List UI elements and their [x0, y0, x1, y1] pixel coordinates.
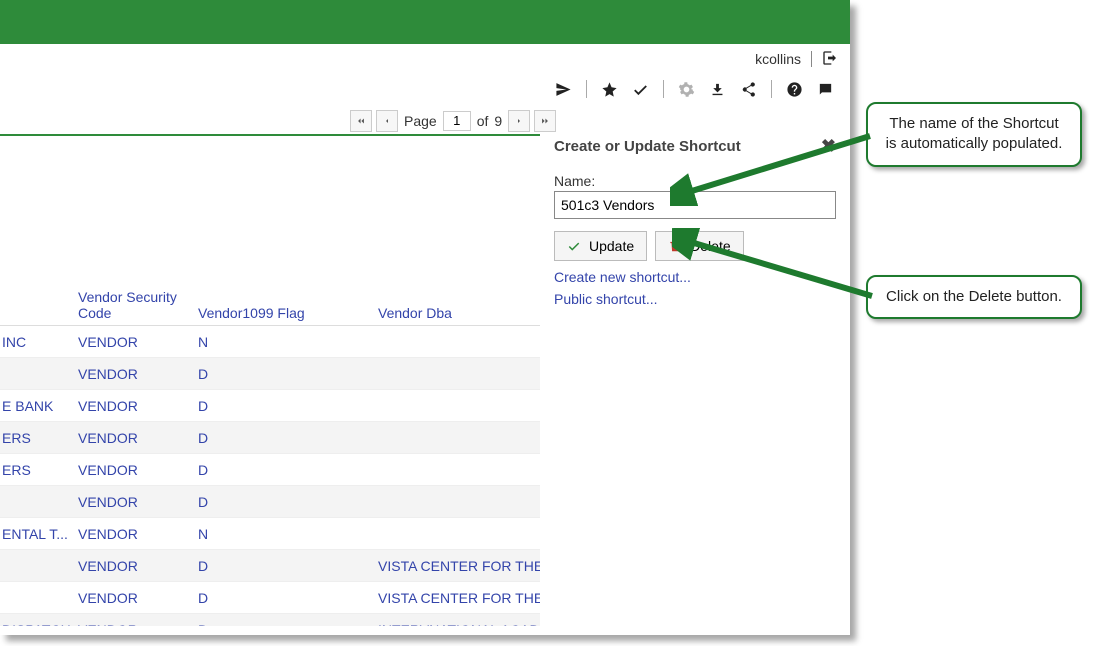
username-label: kcollins — [755, 51, 801, 67]
page-of-label: of — [477, 113, 489, 129]
pager: Page of 9 — [0, 106, 850, 134]
download-icon[interactable] — [709, 81, 726, 98]
table-header-row: Vendor Security Code Vendor1099 Flag Ven… — [0, 246, 540, 326]
page-total: 9 — [494, 113, 502, 129]
cell-security: VENDOR — [78, 526, 198, 542]
table-row[interactable]: VENDORDVISTA CENTER FOR THE — [0, 550, 540, 582]
update-button[interactable]: Update — [554, 231, 647, 261]
cell-c0: ERS — [0, 430, 78, 446]
cell-c0: ENTAL T... — [0, 526, 78, 542]
table-row[interactable]: VENDORDVISTA CENTER FOR THE — [0, 582, 540, 614]
delete-button[interactable]: Delete — [655, 231, 743, 261]
cell-1099: N — [198, 526, 378, 542]
cell-1099: D — [198, 366, 378, 382]
help-icon[interactable] — [786, 81, 803, 98]
cell-dba: INTERVNATIONAL ACAD — [378, 622, 540, 627]
toolbar — [0, 72, 850, 106]
cell-dba: VISTA CENTER FOR THE — [378, 590, 540, 606]
table-body[interactable]: INCVENDORNVENDORDE BANKVENDORDERSVENDORD… — [0, 326, 540, 626]
cell-c0: DISPATCH — [0, 622, 78, 627]
last-page-button[interactable] — [534, 110, 556, 132]
cell-1099: D — [198, 494, 378, 510]
table-row[interactable]: DISPATCHVENDORDINTERVNATIONAL ACAD — [0, 614, 540, 626]
create-new-shortcut-link[interactable]: Create new shortcut... — [554, 269, 836, 285]
divider — [811, 51, 812, 67]
app-banner — [0, 0, 850, 44]
cell-security: VENDOR — [78, 622, 198, 627]
cell-security: VENDOR — [78, 334, 198, 350]
name-label: Name: — [554, 173, 836, 189]
first-page-button[interactable] — [350, 110, 372, 132]
callout-delete: Click on the Delete button. — [866, 275, 1082, 319]
col-header-security[interactable]: Vendor Security Code — [78, 289, 198, 321]
callout-name-populated: The name of the Shortcut is automaticall… — [866, 102, 1082, 167]
shortcut-panel: Create or Update Shortcut ✖ Name: Update… — [540, 134, 850, 635]
cell-1099: D — [198, 430, 378, 446]
results-table: Vendor Security Code Vendor1099 Flag Ven… — [0, 134, 540, 635]
cell-1099: D — [198, 622, 378, 627]
chat-icon[interactable] — [817, 81, 834, 98]
public-shortcut-link[interactable]: Public shortcut... — [554, 291, 836, 307]
col-header-dba[interactable]: Vendor Dba — [378, 305, 540, 321]
user-bar: kcollins — [0, 44, 850, 72]
cell-c0: E BANK — [0, 398, 78, 414]
location-icon[interactable] — [555, 81, 572, 98]
check-icon[interactable] — [632, 81, 649, 98]
cell-security: VENDOR — [78, 366, 198, 382]
table-row[interactable]: VENDORD — [0, 486, 540, 518]
cell-1099: D — [198, 462, 378, 478]
next-page-button[interactable] — [508, 110, 530, 132]
col-header-1099[interactable]: Vendor1099 Flag — [198, 305, 378, 321]
cell-security: VENDOR — [78, 494, 198, 510]
cell-security: VENDOR — [78, 462, 198, 478]
table-row[interactable]: ERSVENDORD — [0, 454, 540, 486]
cell-1099: D — [198, 590, 378, 606]
cell-security: VENDOR — [78, 398, 198, 414]
panel-title: Create or Update Shortcut — [554, 138, 741, 155]
cell-security: VENDOR — [78, 590, 198, 606]
cell-security: VENDOR — [78, 558, 198, 574]
cell-security: VENDOR — [78, 430, 198, 446]
table-row[interactable]: VENDORD — [0, 358, 540, 390]
cell-dba: VISTA CENTER FOR THE — [378, 558, 540, 574]
table-row[interactable]: ERSVENDORD — [0, 422, 540, 454]
star-icon[interactable] — [601, 81, 618, 98]
shortcut-name-input[interactable] — [554, 191, 836, 219]
logout-icon[interactable] — [822, 50, 838, 69]
cell-1099: D — [198, 558, 378, 574]
cell-1099: N — [198, 334, 378, 350]
close-icon[interactable]: ✖ — [821, 136, 836, 157]
table-row[interactable]: INCVENDORN — [0, 326, 540, 358]
prev-page-button[interactable] — [376, 110, 398, 132]
gears-icon — [678, 81, 695, 98]
page-input[interactable] — [443, 111, 471, 131]
cell-1099: D — [198, 398, 378, 414]
table-row[interactable]: ENTAL T...VENDORN — [0, 518, 540, 550]
share-icon[interactable] — [740, 81, 757, 98]
cell-c0: ERS — [0, 462, 78, 478]
cell-c0: INC — [0, 334, 78, 350]
table-row[interactable]: E BANKVENDORD — [0, 390, 540, 422]
page-prefix: Page — [404, 113, 437, 129]
